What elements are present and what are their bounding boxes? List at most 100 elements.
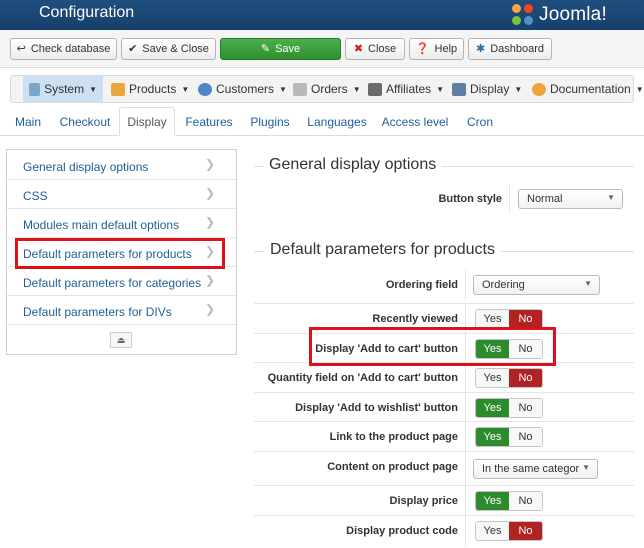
menu-item-orders[interactable]: Orders ▼ (293, 76, 361, 102)
display-price-cell: Yes No (465, 486, 634, 516)
product-code-cell: Yes No (465, 516, 634, 546)
sidebar-item-divs-defaults[interactable]: Default parameters for DIVs ❯ (7, 296, 236, 325)
save-button[interactable]: ✎ Save (220, 38, 341, 60)
menu-item-system[interactable]: System ▼ (23, 76, 103, 102)
menu-label-customers: Customers (216, 82, 275, 96)
close-button[interactable]: ✖ Close (345, 38, 405, 60)
products-legend: Default parameters for products (270, 241, 495, 258)
wrench-icon (29, 82, 41, 96)
check-database-button[interactable]: ↩ Check database (10, 38, 117, 60)
joomla-logo: Joomla! (512, 3, 607, 27)
yes-option[interactable]: Yes (476, 399, 509, 417)
menu-label-system: System (44, 82, 85, 96)
no-option[interactable]: No (509, 492, 542, 510)
no-option[interactable]: No (509, 428, 542, 446)
quantity-field-row: Quantity field on 'Add to cart' button Y… (254, 362, 634, 393)
recently-viewed-label: Recently viewed (372, 313, 458, 325)
chevron-down-icon: ▼ (279, 84, 287, 94)
dashboard-button[interactable]: ✱ Dashboard (468, 38, 552, 60)
legend-rule (254, 166, 264, 167)
close-label: Close (368, 43, 397, 55)
link-product-row: Link to the product page Yes No (254, 421, 634, 452)
display-price-label: Display price (389, 495, 458, 507)
tab-access-level[interactable]: Access level (377, 107, 453, 136)
chevron-down-icon: ▼ (436, 84, 445, 94)
chevron-down-icon: ▼ (584, 279, 592, 288)
product-code-row: Display product code Yes No (254, 515, 634, 546)
help-button[interactable]: ❓ Help (409, 38, 464, 60)
menu-item-products[interactable]: Products ▼ (111, 76, 189, 102)
sidebar-item-categories-defaults[interactable]: Default parameters for categories ❯ (7, 267, 236, 296)
content-page-select[interactable]: In the same categor ▼ (473, 459, 598, 479)
no-option[interactable]: No (509, 310, 542, 328)
sidebar-item-label: Default parameters for DIVs (23, 305, 172, 319)
menu-item-affiliates[interactable]: Affiliates ▼ (368, 76, 444, 102)
no-option[interactable]: No (509, 399, 542, 417)
chevron-down-icon: ▼ (181, 84, 190, 94)
menu-item-display[interactable]: Display ▼ (452, 76, 522, 102)
sidebar-item-modules-main[interactable]: Modules main default options ❯ (7, 209, 236, 238)
joomla-logo-text: Joomla! (539, 4, 607, 25)
main-menu: System ▼ Products ▼ Customers ▼ Orders ▼ Aff… (10, 75, 644, 103)
documentation-icon (532, 82, 546, 96)
legend-rule (442, 166, 634, 167)
no-option[interactable]: No (509, 369, 542, 387)
toolbar: ↩ Check database ✔ Save & Close ✎ Save ✖… (0, 30, 644, 68)
legend-rule (500, 251, 634, 252)
save-close-label: Save & Close (142, 43, 209, 55)
yes-option[interactable]: Yes (476, 428, 509, 446)
chevron-right-icon: ❯ (205, 157, 216, 171)
tab-display[interactable]: Display (119, 107, 175, 136)
no-option[interactable]: No (509, 522, 542, 540)
help-icon: ❓ (415, 42, 430, 55)
chevron-down-icon: ▼ (514, 84, 523, 94)
wishlist-row: Display 'Add to wishlist' button Yes No (254, 392, 634, 423)
check-database-label: Check database (30, 43, 111, 55)
tab-checkout[interactable]: Checkout (54, 107, 116, 136)
yes-option[interactable]: Yes (476, 522, 509, 540)
chevron-right-icon: ❯ (205, 215, 216, 229)
ordering-field-label: Ordering field (385, 279, 458, 291)
wishlist-label: Display 'Add to wishlist' button (295, 402, 458, 414)
quantity-field-toggle: Yes No (475, 368, 543, 388)
tab-cron[interactable]: Cron (459, 107, 501, 136)
yes-option[interactable]: Yes (476, 310, 509, 328)
menu-label-display: Display (470, 82, 510, 96)
yes-option[interactable]: Yes (476, 369, 509, 387)
orders-icon (293, 82, 307, 96)
product-code-toggle: Yes No (475, 521, 543, 541)
dashboard-label: Dashboard (490, 43, 545, 55)
sidebar-item-general-display[interactable]: General display options ❯ (7, 151, 236, 180)
button-style-value: Normal (527, 193, 563, 205)
yes-option[interactable]: Yes (476, 492, 509, 510)
highlight-box (15, 238, 225, 269)
menu-item-documentation[interactable]: Documentation ▼ (532, 76, 644, 102)
sidebar-item-label: Default parameters for categories (23, 276, 202, 290)
quantity-field-cell: Yes No (465, 363, 634, 393)
display-price-row: Display price Yes No (254, 485, 634, 516)
close-icon: ✖ (353, 42, 364, 55)
wishlist-toggle: Yes No (475, 398, 543, 418)
menu-item-customers[interactable]: Customers ▼ (198, 76, 287, 102)
chevron-right-icon: ❯ (205, 186, 216, 200)
ordering-field-cell: Ordering ▼ (465, 270, 634, 300)
tab-main[interactable]: Main (8, 107, 48, 136)
button-style-row: Button style Normal ▼ (254, 184, 634, 214)
save-close-button[interactable]: ✔ Save & Close (121, 38, 216, 60)
tab-plugins[interactable]: Plugins (244, 107, 296, 136)
chevron-down-icon: ▼ (607, 193, 615, 202)
tab-languages[interactable]: Languages (302, 107, 372, 136)
collapse-sidebar-button[interactable]: ⏏ (110, 332, 132, 348)
recently-viewed-toggle: Yes No (475, 309, 543, 329)
tab-features[interactable]: Features (180, 107, 238, 136)
quantity-field-label: Quantity field on 'Add to cart' button (267, 372, 458, 384)
chevron-down-icon: ▼ (582, 463, 590, 472)
ordering-field-select[interactable]: Ordering ▼ (473, 275, 600, 295)
sidebar-item-label: Modules main default options (23, 218, 180, 232)
sidebar-item-css[interactable]: CSS ❯ (7, 180, 236, 209)
joomla-mark-icon (512, 4, 534, 26)
button-style-select[interactable]: Normal ▼ (518, 189, 623, 209)
content-page-value: In the same categor (482, 463, 580, 475)
check-icon: ✔ (128, 42, 138, 55)
wishlist-cell: Yes No (465, 393, 634, 423)
